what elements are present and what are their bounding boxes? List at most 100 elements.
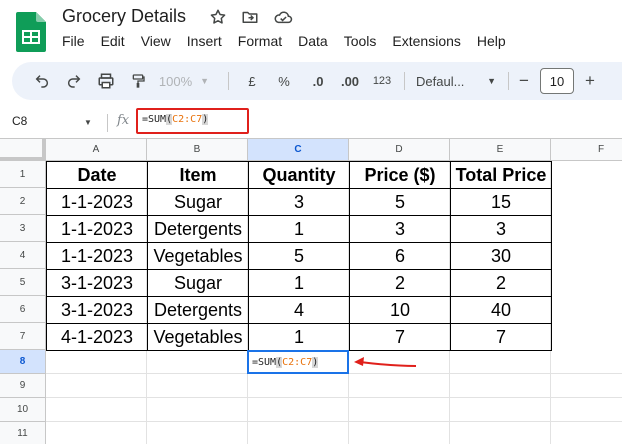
increase-decimal-button[interactable]: .00 bbox=[338, 71, 362, 91]
total-price-cell[interactable]: 40 bbox=[450, 296, 552, 324]
date-cell[interactable]: 4-1-2023 bbox=[46, 323, 148, 351]
quantity-cell[interactable]: 3 bbox=[248, 188, 350, 216]
move-folder-icon[interactable] bbox=[241, 8, 259, 26]
price-cell[interactable]: 10 bbox=[349, 296, 451, 324]
row-header-10[interactable]: 10 bbox=[0, 398, 46, 422]
fx-icon: fx bbox=[117, 113, 130, 128]
zoom-select[interactable]: 100% ▼ bbox=[159, 71, 210, 91]
row-header-4[interactable]: 4 bbox=[0, 242, 46, 269]
chevron-down-icon[interactable]: ▼ bbox=[84, 118, 92, 127]
table-row: 1-1-2023 Sugar 3 5 15 bbox=[46, 188, 552, 216]
increase-font-size-button[interactable]: + bbox=[582, 71, 598, 91]
header-cell-item[interactable]: Item bbox=[147, 161, 249, 189]
date-cell[interactable]: 3-1-2023 bbox=[46, 269, 148, 297]
menu-edit[interactable]: Edit bbox=[93, 33, 133, 53]
header-cell-total-price[interactable]: Total Price bbox=[450, 161, 552, 189]
cloud-status-icon[interactable] bbox=[273, 8, 293, 26]
item-cell[interactable]: Vegetables bbox=[147, 242, 249, 270]
price-cell[interactable]: 6 bbox=[349, 242, 451, 270]
chevron-down-icon: ▼ bbox=[200, 76, 210, 86]
decrease-decimal-label: .0 bbox=[312, 73, 324, 89]
column-header-a[interactable]: A bbox=[46, 139, 147, 161]
formula-range: C2:C7 bbox=[172, 114, 203, 125]
select-all-corner[interactable] bbox=[0, 139, 46, 161]
date-cell[interactable]: 3-1-2023 bbox=[46, 296, 148, 324]
column-header-d[interactable]: D bbox=[349, 139, 450, 161]
date-cell[interactable]: 1-1-2023 bbox=[46, 215, 148, 243]
total-price-cell[interactable]: 15 bbox=[450, 188, 552, 216]
price-cell[interactable]: 3 bbox=[349, 215, 451, 243]
quantity-cell[interactable]: 1 bbox=[248, 215, 350, 243]
price-cell[interactable]: 5 bbox=[349, 188, 451, 216]
decrease-font-size-button[interactable]: − bbox=[516, 71, 532, 91]
redo-icon[interactable] bbox=[64, 71, 84, 91]
date-cell[interactable]: 1-1-2023 bbox=[46, 188, 148, 216]
menu-tools[interactable]: Tools bbox=[336, 33, 385, 53]
item-cell[interactable]: Vegetables bbox=[147, 323, 249, 351]
total-price-cell[interactable]: 2 bbox=[450, 269, 552, 297]
header-cell-price[interactable]: Price ($) bbox=[349, 161, 451, 189]
total-price-cell[interactable]: 3 bbox=[450, 215, 552, 243]
menu-file[interactable]: File bbox=[54, 33, 93, 53]
menu-help[interactable]: Help bbox=[469, 33, 514, 53]
formula-bar: C8 ▼ fx bbox=[0, 110, 622, 136]
item-cell[interactable]: Sugar bbox=[147, 269, 249, 297]
column-header-f[interactable]: F bbox=[551, 139, 622, 161]
menu-data[interactable]: Data bbox=[290, 33, 336, 53]
chevron-down-icon: ▼ bbox=[487, 76, 496, 86]
print-icon[interactable] bbox=[96, 71, 116, 91]
menu-view[interactable]: View bbox=[133, 33, 179, 53]
toolbar-divider bbox=[404, 72, 405, 90]
total-price-cell[interactable]: 30 bbox=[450, 242, 552, 270]
row-header-6[interactable]: 6 bbox=[0, 296, 46, 323]
currency-button[interactable]: £ bbox=[244, 71, 260, 91]
column-header-e[interactable]: E bbox=[450, 139, 551, 161]
row-header-1[interactable]: 1 bbox=[0, 161, 46, 188]
row-header-2[interactable]: 2 bbox=[0, 188, 46, 215]
date-cell[interactable]: 1-1-2023 bbox=[46, 242, 148, 270]
more-formats-button[interactable]: 123 bbox=[370, 71, 394, 91]
toolbar: 100% ▼ £ % .0 .00 123 Defaul... ▼ − 10 + bbox=[12, 62, 622, 100]
quantity-cell[interactable]: 1 bbox=[248, 269, 350, 297]
row-header-9[interactable]: 9 bbox=[0, 374, 46, 398]
total-price-cell[interactable]: 7 bbox=[450, 323, 552, 351]
item-cell[interactable]: Sugar bbox=[147, 188, 249, 216]
menu-extensions[interactable]: Extensions bbox=[384, 33, 468, 53]
formula-divider bbox=[107, 114, 108, 132]
row-header-3[interactable]: 3 bbox=[0, 215, 46, 242]
decrease-decimal-button[interactable]: .0 bbox=[306, 71, 330, 91]
font-select[interactable]: Defaul... ▼ bbox=[416, 71, 496, 91]
data-table: Date Item Quantity Price ($) Total Price… bbox=[46, 161, 552, 351]
formula-function: =SUM bbox=[142, 114, 167, 125]
row-header-7[interactable]: 7 bbox=[0, 323, 46, 350]
menu-format[interactable]: Format bbox=[230, 33, 290, 53]
quantity-cell[interactable]: 5 bbox=[248, 242, 350, 270]
price-cell[interactable]: 2 bbox=[349, 269, 451, 297]
row-header-11[interactable]: 11 bbox=[0, 422, 46, 444]
row-header-8[interactable]: 8 bbox=[0, 350, 46, 374]
column-header-c[interactable]: C bbox=[248, 139, 349, 161]
name-box-value: C8 bbox=[12, 114, 28, 128]
paint-format-icon[interactable] bbox=[128, 71, 148, 91]
row-header-5[interactable]: 5 bbox=[0, 269, 46, 296]
percent-button[interactable]: % bbox=[276, 71, 292, 91]
quantity-cell[interactable]: 1 bbox=[248, 323, 350, 351]
column-header-b[interactable]: B bbox=[147, 139, 248, 161]
quantity-cell[interactable]: 4 bbox=[248, 296, 350, 324]
header-cell-date[interactable]: Date bbox=[46, 161, 148, 189]
document-title[interactable]: Grocery Details bbox=[62, 6, 186, 27]
item-cell[interactable]: Detergents bbox=[147, 215, 249, 243]
item-cell[interactable]: Detergents bbox=[147, 296, 249, 324]
active-cell-editor[interactable]: =SUM(C2:C7) bbox=[247, 350, 349, 374]
cell-formula-function: =SUM bbox=[252, 357, 277, 368]
header-cell-quantity[interactable]: Quantity bbox=[248, 161, 350, 189]
menu-bar: File Edit View Insert Format Data Tools … bbox=[54, 33, 514, 53]
formula-input[interactable]: =SUM(C2:C7) bbox=[136, 108, 249, 134]
menu-insert[interactable]: Insert bbox=[179, 33, 230, 53]
star-icon[interactable] bbox=[209, 8, 227, 26]
price-cell[interactable]: 7 bbox=[349, 323, 451, 351]
font-size-input[interactable]: 10 bbox=[540, 68, 574, 94]
sheets-logo-icon[interactable] bbox=[16, 12, 46, 52]
cell-formula-range: C2:C7 bbox=[282, 357, 313, 368]
undo-icon[interactable] bbox=[32, 71, 52, 91]
